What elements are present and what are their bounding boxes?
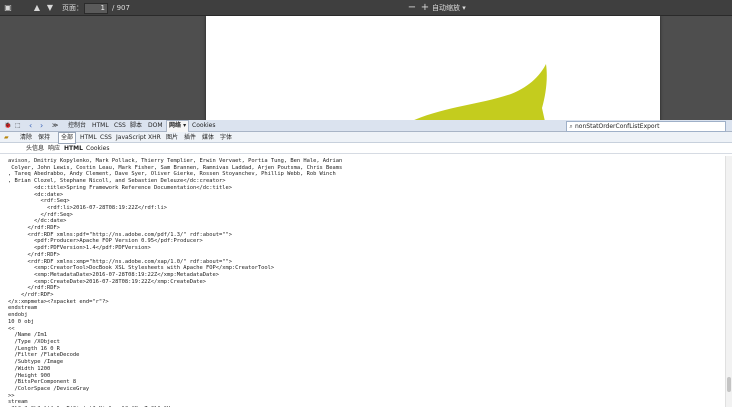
- zoom-select[interactable]: 自动缩放 ▾: [432, 3, 478, 13]
- filter-media[interactable]: 媒体: [202, 133, 214, 142]
- net-clear-icon[interactable]: ▰: [4, 133, 9, 142]
- next-page-icon[interactable]: ▼: [45, 2, 55, 13]
- filter-html[interactable]: HTML: [80, 133, 97, 142]
- code-line: endobj: [8, 312, 28, 319]
- code-line: <<: [8, 325, 15, 332]
- pdf-viewport[interactable]: [0, 16, 732, 120]
- net-filter-toolbar: ▰ 清除 保持 全部 HTML CSS JavaScript XHR 图片 插件…: [0, 132, 732, 144]
- code-line: </dc:date>: [33, 218, 67, 225]
- tab-request-cookies[interactable]: Cookies: [86, 144, 110, 153]
- vertical-scrollbar[interactable]: [725, 156, 732, 407]
- code-line: <rdf:li>2016-07-28T08:19:22Z</rdf:li>: [46, 204, 168, 211]
- code-line: /BitsPerComponent 8: [14, 379, 77, 386]
- code-line: </rdf:RDF>: [20, 292, 54, 299]
- forward-icon[interactable]: ›: [40, 121, 43, 131]
- search-value: nonStatOrderConfListExport: [575, 123, 660, 130]
- filter-plugins[interactable]: 插件: [184, 133, 196, 142]
- code-line: >>: [8, 392, 15, 399]
- filter-css[interactable]: CSS: [100, 133, 112, 142]
- scrollbar-thumb[interactable]: [727, 377, 731, 392]
- code-line: avison, Dmitriy Kopylenko, Mark Pollack,…: [8, 158, 343, 164]
- code-line: <rdf:Seq>: [40, 198, 70, 205]
- inspect-icon[interactable]: ⬚: [15, 121, 21, 131]
- tab-dom[interactable]: DOM: [148, 121, 163, 131]
- request-tabs: 头信息 响应 HTML Cookies: [0, 144, 732, 154]
- tab-headers[interactable]: 头信息: [26, 144, 44, 153]
- tab-html[interactable]: HTML: [92, 121, 109, 131]
- page-number-input[interactable]: 1: [84, 3, 108, 14]
- back-icon[interactable]: ‹: [29, 121, 32, 131]
- code-line: <rdf:RDF xmlns:xmp="http://ns.adobe.com/…: [27, 258, 232, 265]
- code-line: </x:xmpmeta><?xpacket end="r"?>: [8, 298, 109, 305]
- code-line: </rdf:RDF>: [27, 285, 60, 292]
- code-line: stream: [8, 399, 28, 406]
- code-line: </rdf:RDF>: [27, 251, 60, 258]
- code-line: <pdf:PDFVersion>1.4</pdf:PDFVersion>: [33, 245, 151, 252]
- filter-all[interactable]: 全部: [58, 132, 77, 144]
- code-line: <xmp:CreatorTool>DocBook XSL Stylesheets…: [33, 265, 275, 272]
- zoom-in-button[interactable]: +: [420, 2, 430, 13]
- tab-css[interactable]: CSS: [114, 121, 126, 131]
- filter-xhr[interactable]: XHR: [148, 133, 161, 142]
- code-line: Colyer, John Lewis, Costin Leau, Mark Fi…: [11, 164, 343, 171]
- search-icon: ⌕: [569, 123, 573, 130]
- firebug-icon[interactable]: 🐞: [4, 121, 11, 131]
- code-line: </rdf:Seq>: [40, 211, 73, 218]
- response-text: avison, Dmitriy Kopylenko, Mark Pollack,…: [8, 158, 726, 407]
- sidebar-toggle-icon[interactable]: ▣: [3, 2, 13, 13]
- command-line-icon[interactable]: ≫: [52, 121, 58, 131]
- tab-response-html[interactable]: HTML: [64, 144, 83, 153]
- previous-page-icon[interactable]: ▲: [32, 2, 42, 13]
- net-persist-button[interactable]: 保持: [38, 133, 50, 142]
- code-line: endstream: [8, 305, 38, 312]
- zoom-out-button[interactable]: −: [407, 2, 417, 13]
- filter-javascript[interactable]: JavaScript: [116, 133, 146, 142]
- code-line: /Name /Im1: [14, 332, 47, 339]
- code-line: <xmp:CreateDate>2016-07-28T08:19:22Z</xm…: [33, 278, 206, 285]
- code-line: <rdf:RDF xmlns:pdf="http://ns.adobe.com/…: [27, 231, 232, 238]
- page-total: / 907: [112, 4, 130, 12]
- code-line: /Length 16 0 R: [14, 345, 60, 352]
- code-line: , Brian Clozel, Stephane Nicoll, and Seb…: [8, 178, 226, 185]
- pdf-page: [206, 16, 660, 120]
- net-clear-button[interactable]: 清除: [20, 133, 32, 142]
- tab-response[interactable]: 响应: [48, 144, 60, 153]
- code-line: 10 0 obj: [8, 318, 34, 325]
- pdf-toolbar: ▣ ▲ ▼ 页面： 1 / 907 − + 自动缩放 ▾: [0, 0, 732, 16]
- code-line: <dc:title>Spring Framework Reference Doc…: [33, 184, 232, 191]
- filter-fonts[interactable]: 字体: [220, 133, 232, 142]
- tab-script[interactable]: 脚本: [130, 121, 142, 131]
- tab-net[interactable]: 网络 ▾: [166, 120, 190, 132]
- code-line: /Width 1200: [14, 365, 51, 372]
- search-field[interactable]: ⌕ nonStatOrderConfListExport: [566, 121, 726, 132]
- code-line: <dc:date>: [33, 191, 64, 198]
- code-line: <pdf:Producer>Apache FOP Version 0.95</p…: [33, 238, 203, 245]
- cover-graphic: [414, 64, 547, 120]
- tab-cookies[interactable]: Cookies: [192, 121, 216, 131]
- code-line: /Type /XObject: [14, 338, 60, 345]
- code-line: , Tareq Abedrabbo, Andy Clement, Dave Sy…: [8, 171, 336, 178]
- filter-images[interactable]: 图片: [166, 133, 178, 142]
- page-label: 页面：: [62, 4, 83, 12]
- response-body[interactable]: avison, Dmitriy Kopylenko, Mark Pollack,…: [8, 158, 726, 407]
- devtools-panel: 🐞 ⬚ ‹ › ≫ 控制台 HTML CSS 脚本 DOM 网络 ▾ Cooki…: [0, 120, 732, 407]
- devtools-toolbar: 🐞 ⬚ ‹ › ≫ 控制台 HTML CSS 脚本 DOM 网络 ▾ Cooki…: [0, 120, 732, 132]
- tab-console[interactable]: 控制台: [68, 121, 86, 131]
- code-line: <xmp:MetadataDate>2016-07-28T08:19:22Z</…: [33, 271, 219, 278]
- code-line: /Subtype /Image: [14, 359, 64, 366]
- code-line: </rdf:RDF>: [27, 225, 60, 232]
- code-line: /Filter /FlateDecode: [14, 352, 80, 359]
- code-line: /ColorSpace /DeviceGray: [14, 385, 90, 392]
- code-line: /Height 900: [14, 372, 51, 379]
